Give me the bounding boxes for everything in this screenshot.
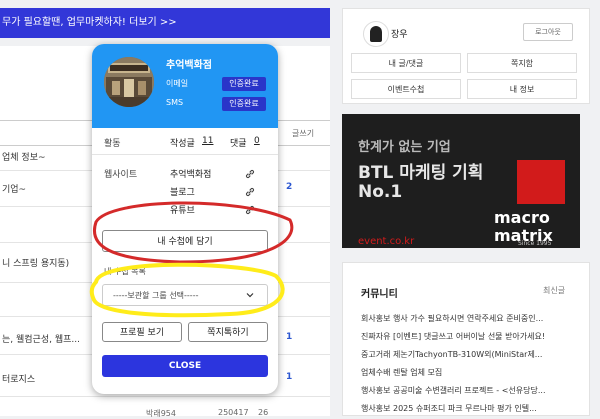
yellow-highlight-ellipse bbox=[89, 262, 285, 318]
red-highlight-ellipse bbox=[93, 201, 294, 264]
highlight-annotations bbox=[89, 201, 294, 318]
